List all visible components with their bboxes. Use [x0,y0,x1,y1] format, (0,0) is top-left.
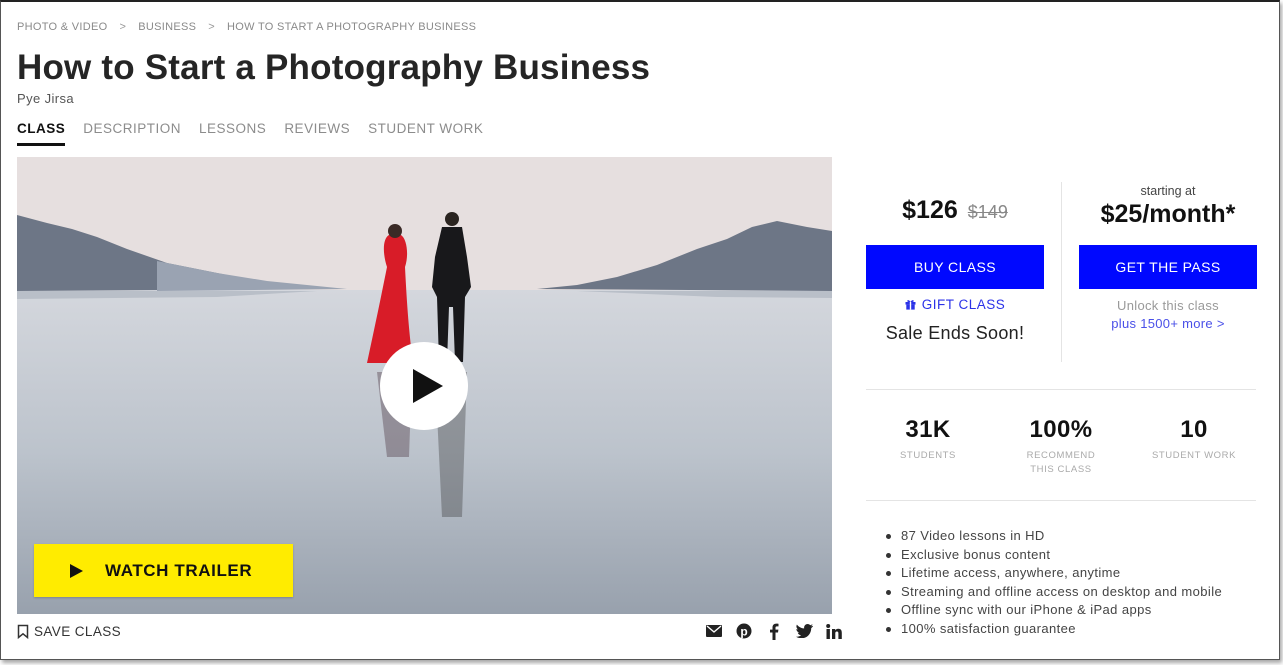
sale-ends-text: Sale Ends Soon! [885,323,1025,343]
divider [866,389,1256,390]
breadcrumb-item-business[interactable]: BUSINESS [138,21,196,33]
divider [866,500,1256,501]
stat-label: RECOMMEND THIS CLASS [1001,449,1121,477]
page-title: How to Start a Photography Business [17,48,651,87]
pinterest-icon[interactable]: p [735,622,753,640]
original-price: $149 [967,202,1008,222]
tab-reviews[interactable]: REVIEWS [284,121,350,146]
tab-student-work[interactable]: STUDENT WORK [368,121,483,146]
tab-class[interactable]: CLASS [17,121,66,146]
tab-description[interactable]: DESCRIPTION [83,121,181,146]
plus-more-link[interactable]: plus 1500+ more > [1079,316,1257,331]
list-item: 100% satisfaction guarantee [886,620,1222,639]
author-name[interactable]: Pye Jirsa [17,91,74,106]
watch-trailer-button[interactable]: WATCH TRAILER [34,544,293,597]
get-the-pass-button[interactable]: GET THE PASS [1079,245,1257,289]
stat-label-line: THIS CLASS [1030,464,1092,475]
video-player[interactable]: WATCH TRAILER [17,157,832,614]
gift-class-link[interactable]: GIFT CLASS [866,297,1044,312]
play-icon [70,563,83,578]
breadcrumb: PHOTO & VIDEO > BUSINESS > HOW TO START … [17,21,476,33]
pass-price: $25/month* [1100,200,1236,228]
save-class-button[interactable]: SAVE CLASS [17,624,121,639]
tab-bar: CLASS DESCRIPTION LESSONS REVIEWS STUDEN… [17,121,483,146]
price-block: $126 $149 [866,196,1044,225]
email-icon[interactable] [705,622,723,640]
svg-text:p: p [740,625,747,639]
stat-label: STUDENTS [900,450,956,461]
breadcrumb-item-current[interactable]: HOW TO START A PHOTOGRAPHY BUSINESS [227,21,476,33]
facebook-icon[interactable] [765,622,783,640]
stat-value: 100% [1029,416,1093,443]
save-class-label: SAVE CLASS [34,624,122,639]
feature-list: 87 Video lessons in HD Exclusive bonus c… [886,527,1222,638]
stat-value: 31K [905,416,951,443]
stat-student-work: 10 STUDENT WORK [1134,416,1254,463]
starting-at-label: starting at [1140,184,1196,198]
sale-price: $126 [902,196,958,224]
stat-label-line: RECOMMEND [1026,450,1096,461]
watch-trailer-label: WATCH TRAILER [105,560,253,580]
stat-students: 31K STUDENTS [868,416,988,463]
play-button[interactable] [380,342,468,430]
list-item: Exclusive bonus content [886,546,1222,565]
twitter-icon[interactable] [795,622,813,640]
linkedin-icon[interactable] [825,622,843,640]
breadcrumb-separator: > [208,21,215,33]
stat-recommend: 100% RECOMMEND THIS CLASS [1001,416,1121,477]
unlock-text: Unlock this class [1117,298,1219,313]
stat-label: STUDENT WORK [1151,450,1237,461]
gift-class-label: GIFT CLASS [921,297,1006,312]
gift-icon [905,300,916,310]
list-item: Streaming and offline access on desktop … [886,583,1222,602]
tab-lessons[interactable]: LESSONS [199,121,266,146]
list-item: Offline sync with our iPhone & iPad apps [886,601,1222,620]
buy-class-button[interactable]: BUY CLASS [866,245,1044,289]
share-bar: p [705,622,843,640]
breadcrumb-item-photo-video[interactable]: PHOTO & VIDEO [17,21,108,33]
bookmark-icon [17,624,29,639]
play-icon [413,369,443,403]
pricing-divider [1061,182,1062,362]
list-item: 87 Video lessons in HD [886,527,1222,546]
stat-value: 10 [1180,416,1208,443]
list-item: Lifetime access, anywhere, anytime [886,564,1222,583]
breadcrumb-separator: > [119,21,127,33]
